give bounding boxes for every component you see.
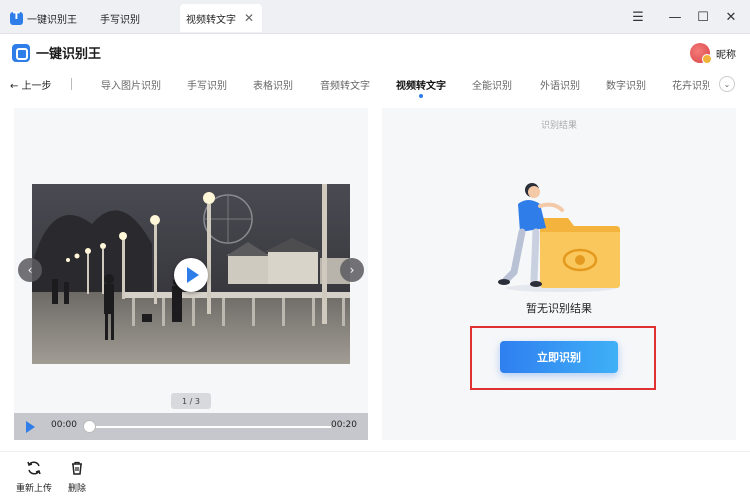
window-tab-handwriting[interactable]: 手写识别	[100, 4, 140, 32]
play-icon[interactable]	[26, 421, 35, 433]
nav-item-foreign-language[interactable]: 外语识别	[540, 77, 580, 92]
avatar[interactable]	[690, 43, 712, 64]
nav-item-video-to-text[interactable]: 视频转文字	[396, 77, 446, 98]
nav-item-image-import[interactable]: 导入图片识别	[101, 77, 161, 92]
app-name: 一键识别王	[36, 47, 102, 62]
nav-item-digits[interactable]: 数字识别	[606, 77, 646, 92]
reupload-button[interactable]: 重新上传	[16, 460, 52, 494]
menu-icon[interactable]: ☰	[628, 7, 648, 27]
window-tab-label: 手写识别	[100, 14, 140, 26]
logo-icon	[12, 43, 30, 62]
window-tab-label: 一键识别王	[27, 14, 77, 26]
nav-item-all-purpose[interactable]: 全能识别	[472, 77, 512, 92]
refresh-icon	[27, 461, 41, 475]
progress-track[interactable]	[89, 426, 331, 428]
empty-result-text: 暂无识别结果	[526, 302, 592, 315]
page-indicator: 1 / 3	[171, 393, 211, 409]
duration: 00:20	[331, 420, 357, 430]
user-name: 昵称	[716, 49, 736, 61]
delete-label: 删除	[68, 484, 87, 494]
bottom-toolbar: 重新上传 删除	[0, 451, 750, 500]
minimize-icon[interactable]: —	[665, 7, 685, 27]
empty-state-illustration	[498, 183, 620, 292]
nav-item-flowers[interactable]: 花卉识别	[672, 77, 710, 92]
window-tab-video-to-text[interactable]: 视频转文字 ✕	[180, 4, 262, 32]
progress-handle[interactable]	[83, 420, 96, 433]
feature-nav: ← 上一步 导入图片识别 手写识别 表格识别 音频转文字 视频转文字 全能识别 …	[0, 72, 750, 98]
reupload-label: 重新上传	[16, 484, 53, 494]
maximize-icon[interactable]: ☐	[693, 7, 713, 27]
trash-icon	[72, 461, 82, 475]
nav-divider	[71, 78, 72, 90]
current-time: 00:00	[51, 420, 77, 430]
window-tab-home[interactable]: 一键识别王	[10, 4, 77, 32]
user-profile[interactable]: 昵称	[690, 43, 736, 64]
nav-item-audio-to-text[interactable]: 音频转文字	[320, 77, 370, 92]
app-icon	[10, 11, 23, 25]
nav-item-table[interactable]: 表格识别	[253, 77, 293, 92]
title-bar: 一键识别王 手写识别 视频转文字 ✕ ☰ — ☐ ✕	[0, 0, 750, 34]
next-arrow-icon[interactable]: ›	[340, 258, 364, 282]
back-button[interactable]: ← 上一步	[10, 77, 52, 92]
video-controls: 00:00 00:20	[14, 413, 368, 440]
close-window-icon[interactable]: ✕	[721, 7, 741, 27]
video-play-icon[interactable]	[174, 258, 208, 292]
result-panel: 识别结果 暂无识别结果 立即识别	[382, 108, 736, 440]
app-logo: 一键识别王	[12, 43, 101, 62]
chevron-down-icon[interactable]: ⌄	[719, 76, 735, 92]
nav-item-handwriting[interactable]: 手写识别	[187, 77, 227, 92]
main-content: ‹ › 1 / 3 00:00 00:20 识别结果 暂无识别结果 立即识别	[0, 98, 750, 450]
delete-button[interactable]: 删除	[68, 460, 86, 494]
previous-arrow-icon[interactable]: ‹	[18, 258, 42, 282]
video-panel: ‹ › 1 / 3 00:00 00:20	[14, 108, 368, 440]
result-title: 识别结果	[540, 121, 577, 131]
recognize-now-button[interactable]: 立即识别	[500, 341, 618, 373]
close-tab-icon[interactable]: ✕	[244, 11, 254, 25]
app-header: 一键识别王 昵称	[0, 34, 750, 72]
window-tab-label: 视频转文字	[186, 14, 236, 26]
